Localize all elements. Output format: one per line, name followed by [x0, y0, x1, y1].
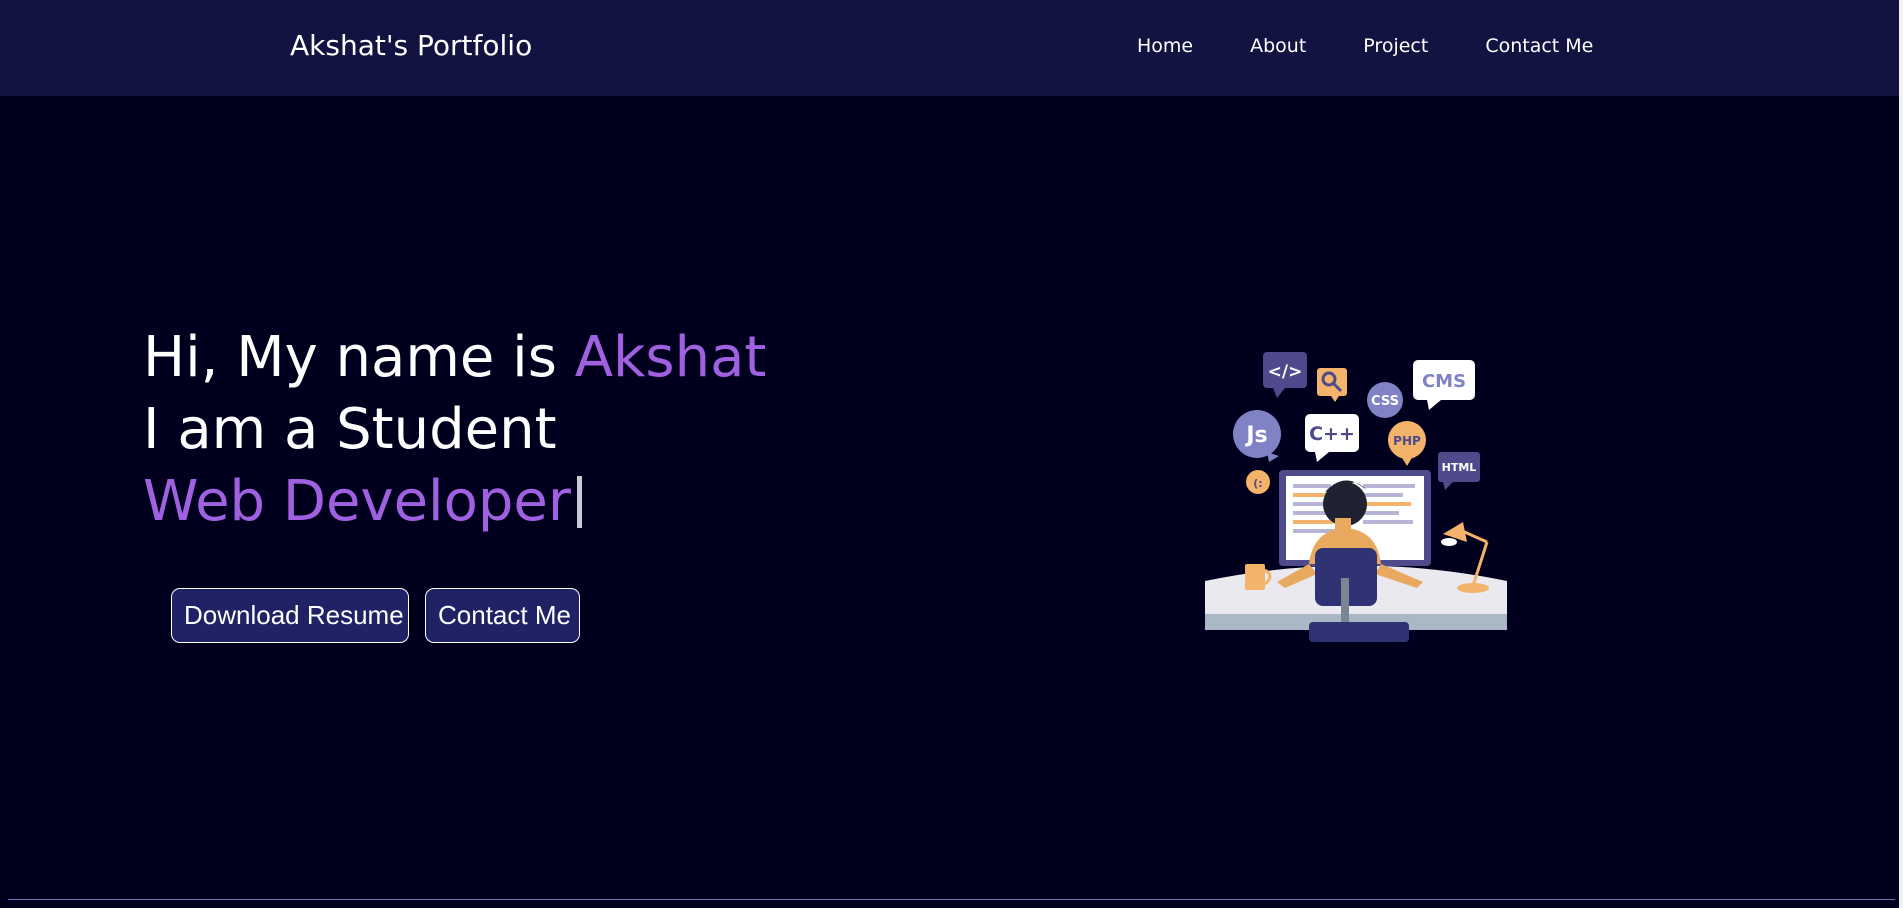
footer-divider — [8, 899, 1895, 900]
contact-me-button[interactable]: Contact Me — [425, 588, 580, 643]
css-bubble-icon: CSS — [1367, 382, 1403, 418]
page: Akshat's Portfolio Home About Project Co… — [0, 0, 1903, 908]
nav-menu: Home About Project Contact Me — [1137, 33, 1593, 59]
typing-cursor — [576, 476, 582, 528]
hero-name: Akshat — [574, 325, 767, 390]
navbar: Akshat's Portfolio Home About Project Co… — [0, 0, 1903, 96]
html-bubble-icon: HTML — [1438, 452, 1480, 490]
nav-link-home[interactable]: Home — [1137, 33, 1193, 59]
cpp-bubble-icon: C++ — [1305, 414, 1359, 462]
emoji-bubble-icon: (: — [1246, 470, 1270, 494]
js-bubble-label: Js — [1244, 423, 1267, 448]
hero-line-student: I am a Student — [143, 397, 557, 462]
css-bubble-label: CSS — [1371, 394, 1399, 409]
js-bubble-icon: Js — [1233, 410, 1281, 462]
nav-link-project[interactable]: Project — [1363, 33, 1428, 59]
hero-line-intro: Hi, My name is Akshat — [143, 322, 766, 394]
cms-bubble-label: CMS — [1422, 371, 1466, 392]
nav-link-about[interactable]: About — [1250, 33, 1306, 59]
hero-role-typed: Web Developer — [143, 469, 571, 534]
hero-intro-text: Hi, My name is — [143, 325, 575, 390]
nav-link-contact[interactable]: Contact Me — [1485, 33, 1593, 59]
hero-line-role: Web Developer — [143, 466, 766, 538]
html-bubble-label: HTML — [1442, 461, 1477, 474]
search-bubble-icon — [1317, 368, 1347, 402]
emoji-bubble-label: (: — [1253, 477, 1262, 490]
hero-heading: Hi, My name is Akshat I am a Student Web… — [143, 322, 766, 538]
developer-illustration: </> CSS CMS Js C++ PHP HTML (: — [1205, 352, 1507, 642]
cms-bubble-icon: CMS — [1413, 360, 1475, 410]
code-bubble-label: </> — [1268, 362, 1303, 382]
php-bubble-icon: PHP — [1388, 421, 1426, 466]
brand-title[interactable]: Akshat's Portfolio — [290, 27, 532, 65]
code-bubble-icon: </> — [1263, 352, 1307, 398]
cpp-bubble-label: C++ — [1309, 423, 1355, 445]
download-resume-button[interactable]: Download Resume — [171, 588, 409, 643]
scrollbar-track[interactable] — [1899, 0, 1903, 908]
php-bubble-label: PHP — [1393, 434, 1421, 448]
